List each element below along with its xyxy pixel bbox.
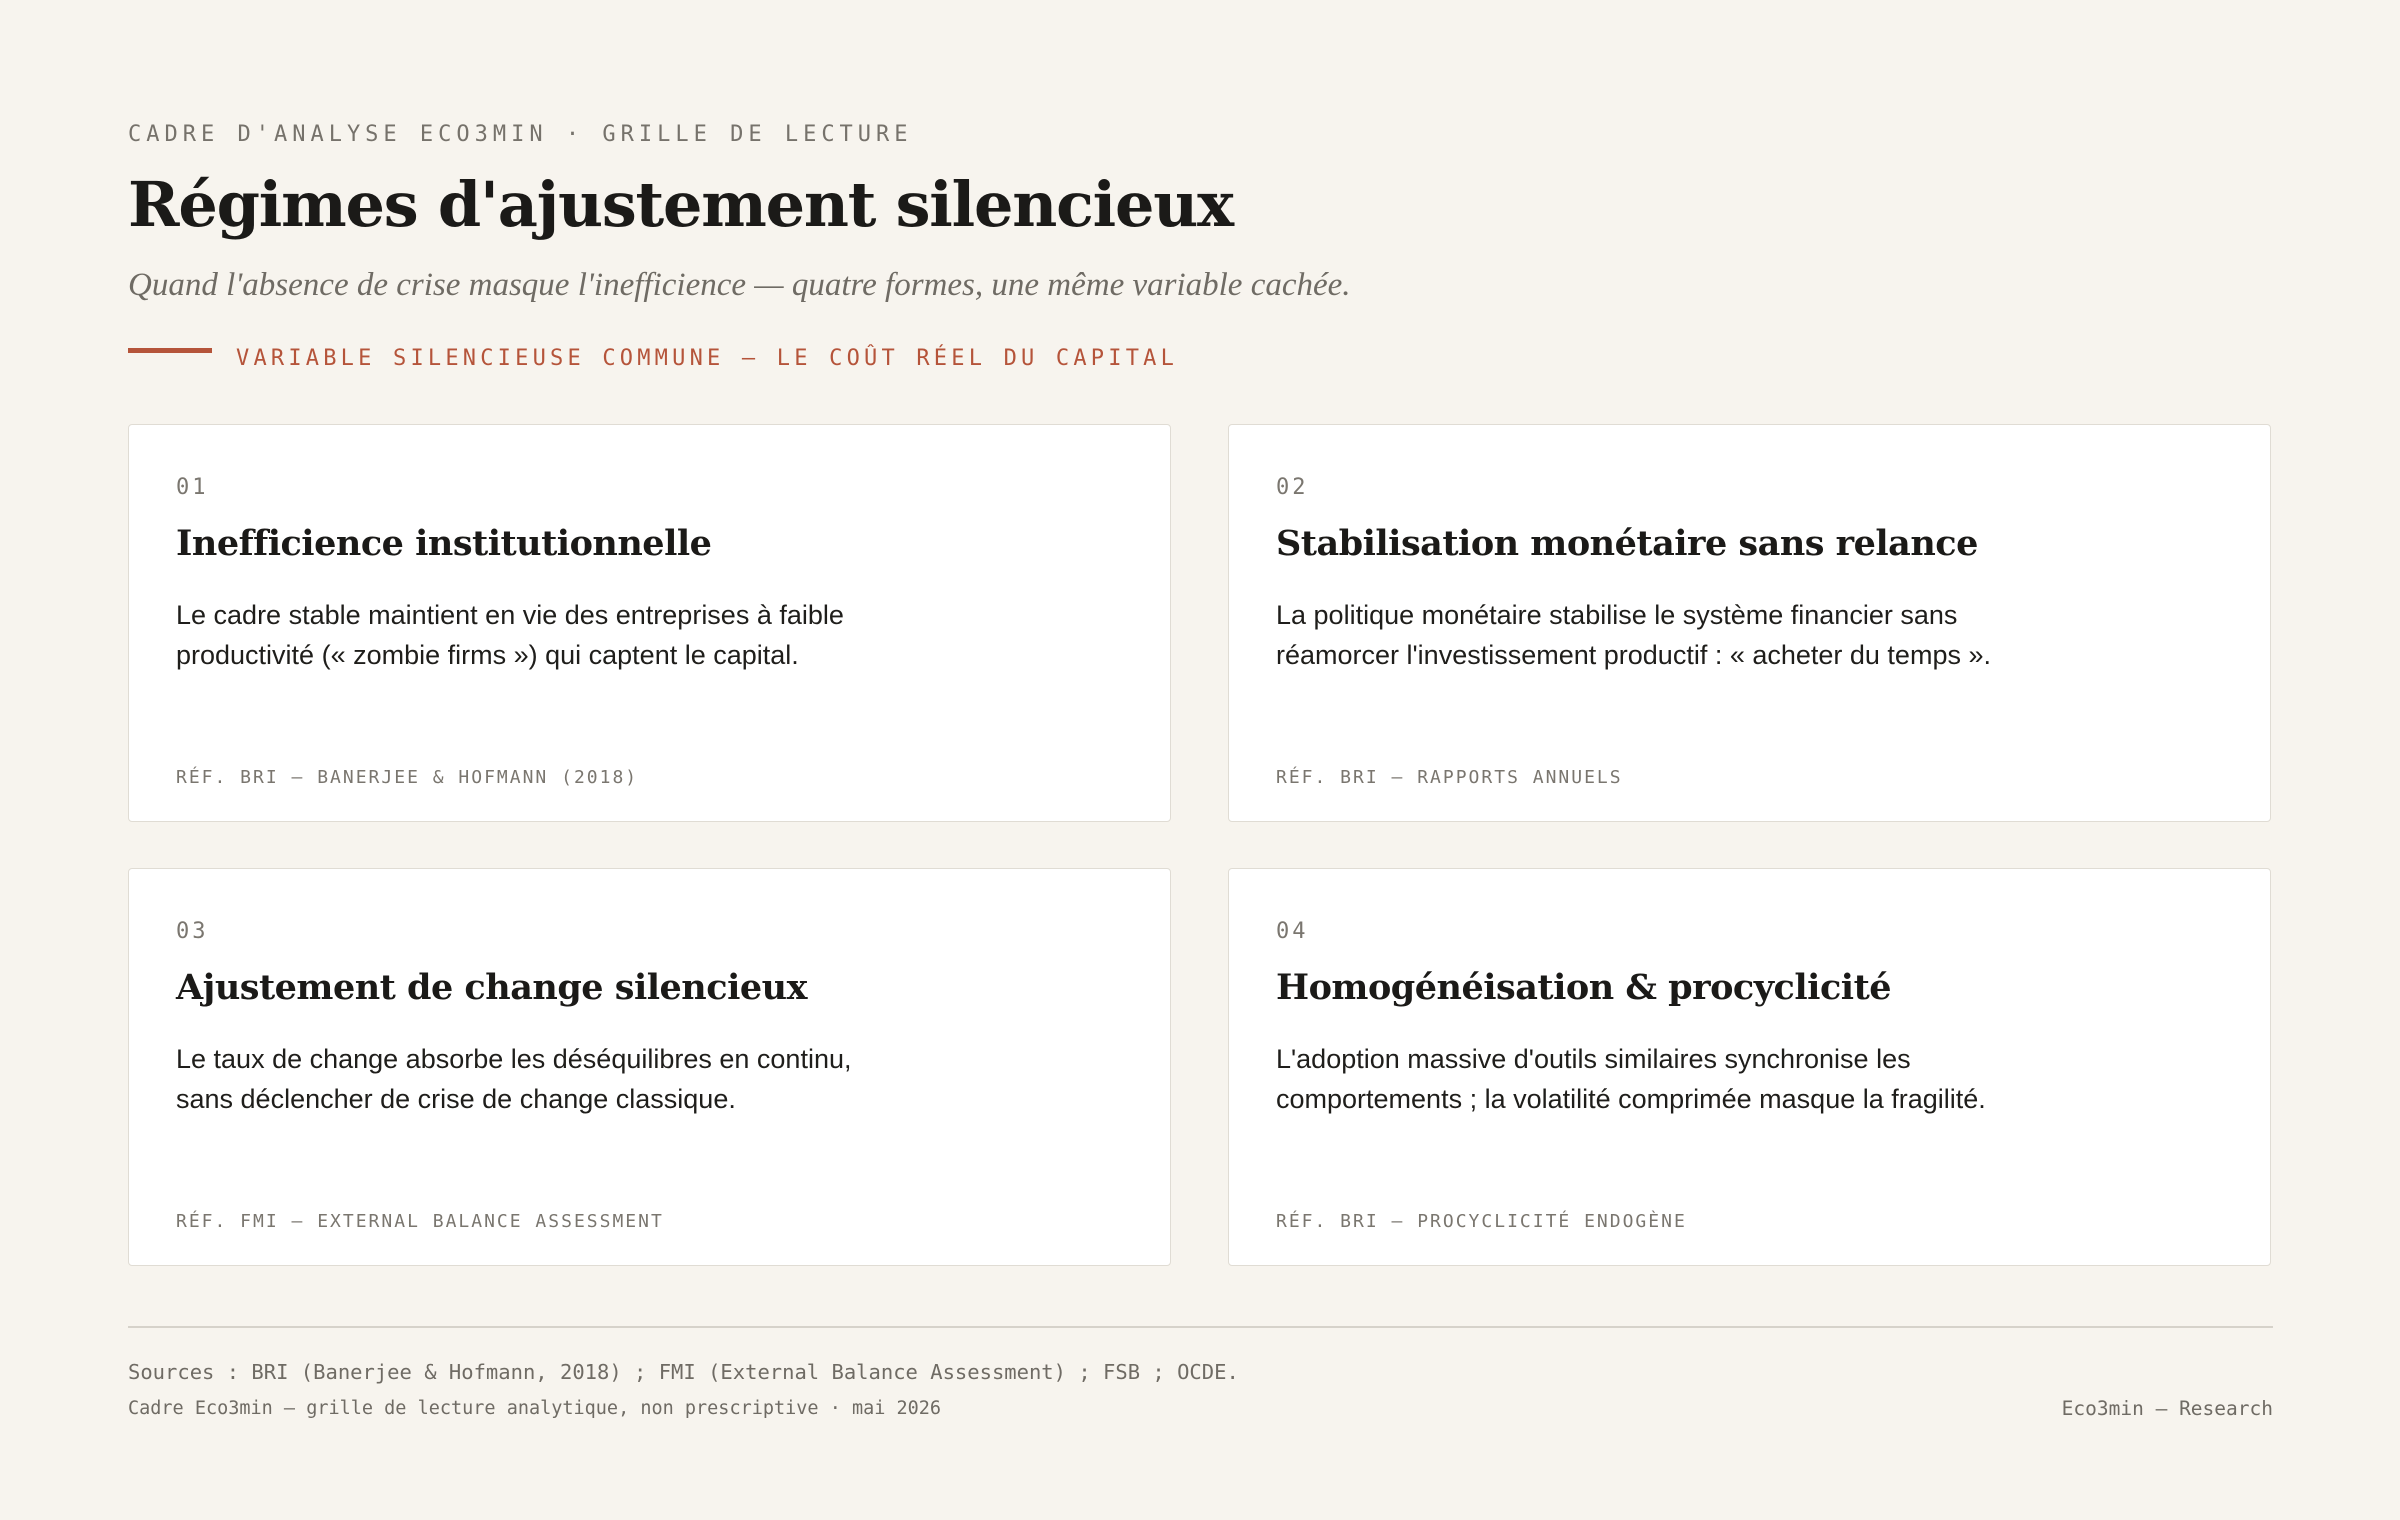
card-description-line: Le taux de change absorbe les déséquilib… [176, 1044, 852, 1074]
card-title: Ajustement de change silencieux [176, 967, 807, 1008]
card-title: Stabilisation monétaire sans relance [1276, 523, 1978, 564]
page-subtitle: Quand l'absence de crise masque l'ineffi… [128, 267, 1351, 303]
card-description-line: La politique monétaire stabilise le syst… [1276, 600, 1958, 630]
accent-bar [128, 348, 212, 353]
footer-meta: Cadre Eco3min — grille de lecture analyt… [128, 1398, 942, 1419]
card-reference: RÉF. BRI — BANERJEE & HOFMANN (2018) [176, 767, 639, 788]
card-description: La politique monétaire stabilise le syst… [1276, 595, 2176, 675]
eyebrow-label: CADRE D'ANALYSE ECO3MIN · GRILLE DE LECT… [128, 122, 913, 147]
card-number: 01 [176, 475, 209, 500]
page-title: Régimes d'ajustement silencieux [128, 168, 1234, 241]
card-reference: RÉF. FMI — EXTERNAL BALANCE ASSESSMENT [176, 1211, 664, 1232]
regime-card-2: 02 Stabilisation monétaire sans relance … [1228, 424, 2271, 822]
card-number: 03 [176, 919, 209, 944]
card-description-line: comportements ; la volatilité comprimée … [1276, 1084, 1986, 1114]
card-description-line: réamorcer l'investissement productif : «… [1276, 640, 1991, 670]
card-title: Inefficience institutionnelle [176, 523, 712, 564]
card-reference: RÉF. BRI — PROCYCLICITÉ ENDOGÈNE [1276, 1211, 1687, 1232]
regime-card-3: 03 Ajustement de change silencieux Le ta… [128, 868, 1171, 1266]
regime-card-1: 01 Inefficience institutionnelle Le cadr… [128, 424, 1171, 822]
card-description-line: Le cadre stable maintient en vie des ent… [176, 600, 844, 630]
common-variable-banner: VARIABLE SILENCIEUSE COMMUNE — LE COÛT R… [128, 344, 1528, 374]
card-description: Le cadre stable maintient en vie des ent… [176, 595, 1076, 675]
card-description: L'adoption massive d'outils similaires s… [1276, 1039, 2176, 1119]
footer-sources: Sources : BRI (Banerjee & Hofmann, 2018)… [128, 1360, 1239, 1384]
card-description: Le taux de change absorbe les déséquilib… [176, 1039, 1076, 1119]
footer-brand: Eco3min — Research [2061, 1397, 2273, 1420]
page: CADRE D'ANALYSE ECO3MIN · GRILLE DE LECT… [128, 0, 2273, 1520]
footer-divider [128, 1326, 2273, 1328]
card-title: Homogénéisation & procyclicité [1276, 967, 1892, 1008]
card-description-line: L'adoption massive d'outils similaires s… [1276, 1044, 1911, 1074]
regime-card-4: 04 Homogénéisation & procyclicité L'adop… [1228, 868, 2271, 1266]
card-description-line: sans déclencher de crise de change class… [176, 1084, 736, 1114]
card-description-line: productivité (« zombie firms ») qui capt… [176, 640, 799, 670]
card-number: 02 [1276, 475, 1309, 500]
common-variable-label: VARIABLE SILENCIEUSE COMMUNE — LE COÛT R… [236, 346, 1179, 371]
card-number: 04 [1276, 919, 1309, 944]
card-reference: RÉF. BRI — RAPPORTS ANNUELS [1276, 767, 1623, 788]
